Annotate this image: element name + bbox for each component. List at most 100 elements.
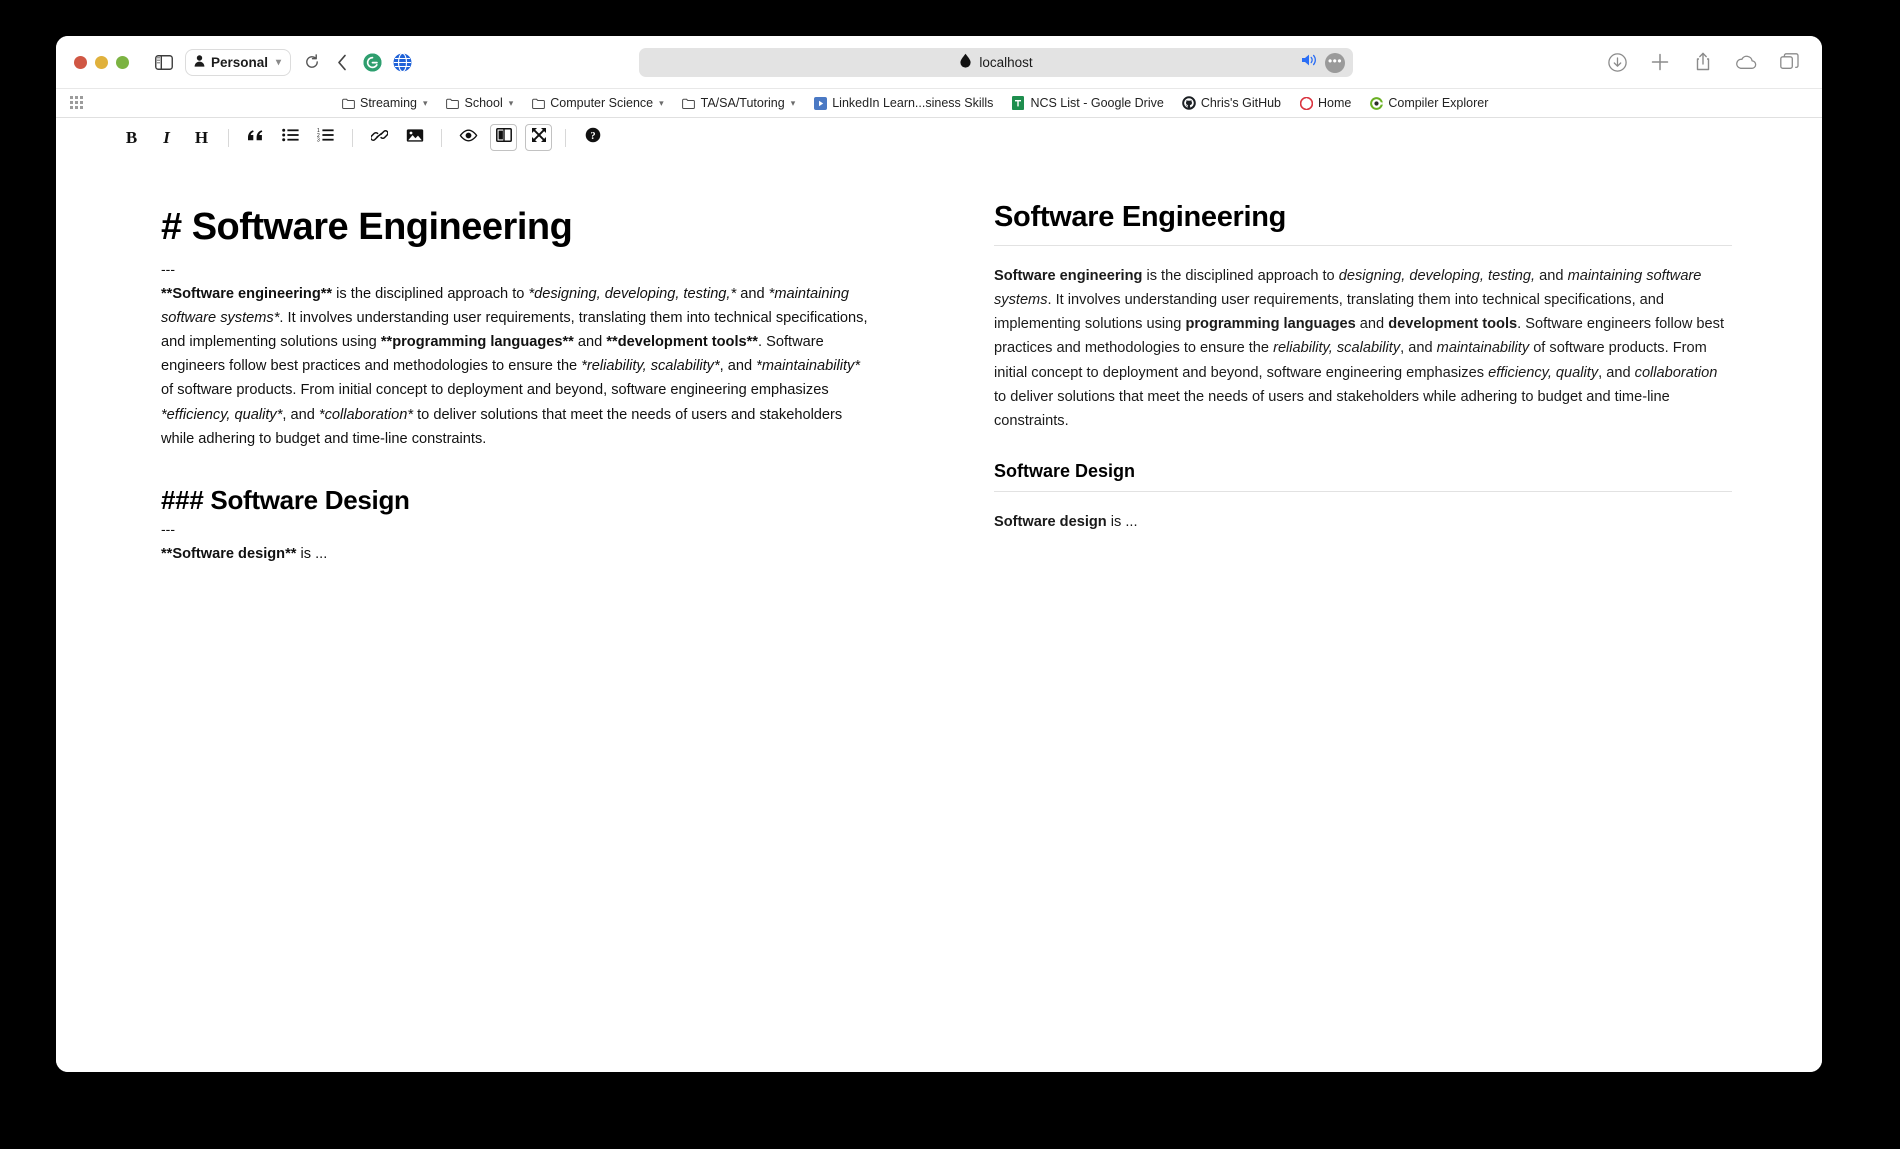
- preview-heading-1: Software Engineering: [994, 200, 1732, 235]
- chevron-down-icon: ▾: [423, 98, 428, 109]
- address-value: localhost: [979, 55, 1032, 70]
- new-tab-icon[interactable]: [1649, 48, 1671, 76]
- bookmark-label: Chris's GitHub: [1201, 96, 1281, 110]
- page-settings-icon[interactable]: •••: [1325, 53, 1345, 73]
- ordered-list-button[interactable]: 123: [312, 124, 339, 151]
- address-bar[interactable]: localhost •••: [639, 48, 1353, 77]
- opera-icon: [1299, 96, 1313, 110]
- toolbar-divider: [228, 129, 229, 147]
- preview-heading-3: Software Design: [994, 461, 1732, 483]
- side-by-side-button[interactable]: [490, 124, 517, 151]
- folder-icon: [682, 96, 696, 110]
- bookmark-label: Compiler Explorer: [1388, 96, 1488, 110]
- preview-rule-1: [994, 245, 1732, 246]
- address-bar-actions: •••: [1301, 48, 1345, 77]
- quote-icon: [247, 128, 264, 147]
- browser-window: Personal ▾ localhost •••: [56, 36, 1822, 1072]
- fullscreen-button[interactable]: [525, 124, 552, 151]
- eye-icon: [459, 129, 478, 147]
- chevron-down-icon: ▾: [791, 98, 796, 109]
- chevron-down-icon: ▾: [509, 98, 514, 109]
- tab-overview-icon[interactable]: [1778, 48, 1800, 76]
- bookmark-home[interactable]: Home: [1290, 96, 1360, 110]
- linkedin-learning-icon: [813, 96, 827, 110]
- minimize-window-button[interactable]: [95, 56, 108, 69]
- markdown-preview-pane: Software Engineering Software engineerin…: [939, 158, 1822, 1072]
- bookmark-label: Home: [1318, 96, 1351, 110]
- profile-button[interactable]: Personal ▾: [185, 49, 291, 76]
- quote-button[interactable]: [242, 124, 269, 151]
- source-paragraph-1: **Software engineering** is the discipli…: [161, 282, 869, 451]
- browser-toolbar-right: [1606, 36, 1800, 88]
- bullet-list-icon: [282, 128, 299, 147]
- share-icon[interactable]: [1692, 48, 1714, 76]
- bookmark-label: LinkedIn Learn...siness Skills: [832, 96, 993, 110]
- browser-toolbar: Personal ▾ localhost •••: [56, 36, 1822, 88]
- bookmark-computer-science[interactable]: Computer Science ▾: [522, 96, 672, 110]
- icloud-icon[interactable]: [1735, 48, 1757, 76]
- svg-text:3: 3: [317, 138, 320, 142]
- bookmark-streaming[interactable]: Streaming ▾: [332, 96, 437, 110]
- markdown-editor-toolbar: B I H 123: [56, 118, 1822, 158]
- editor-body: # Software Engineering --- **Software en…: [56, 158, 1822, 1072]
- profile-icon: [194, 55, 205, 70]
- folder-icon: [531, 96, 545, 110]
- folder-icon: [341, 96, 355, 110]
- reload-icon[interactable]: [297, 48, 327, 76]
- source-heading-3: ### Software Design: [161, 485, 869, 516]
- bookmark-label: Streaming: [360, 96, 417, 110]
- unordered-list-button[interactable]: [277, 124, 304, 151]
- google-sheets-icon: [1011, 96, 1025, 110]
- preview-paragraph-1: Software engineering is the disciplined …: [994, 264, 1732, 433]
- image-icon: [406, 128, 424, 148]
- bookmark-school[interactable]: School ▾: [437, 96, 523, 110]
- chevron-down-icon: ▾: [659, 98, 664, 109]
- toolbar-divider: [565, 129, 566, 147]
- zoom-window-button[interactable]: [116, 56, 129, 69]
- markdown-source-pane[interactable]: # Software Engineering --- **Software en…: [56, 158, 939, 1072]
- source-rule-1: ---: [161, 260, 869, 279]
- bookmark-linkedin-learning[interactable]: LinkedIn Learn...siness Skills: [804, 96, 1002, 110]
- preview-button[interactable]: [455, 124, 482, 151]
- numbered-list-icon: 123: [317, 128, 334, 147]
- source-rule-2: ---: [161, 520, 869, 539]
- help-button[interactable]: ?: [579, 124, 606, 151]
- profile-label: Personal: [211, 55, 268, 70]
- window-controls: [74, 56, 129, 69]
- show-favorites-grid-icon[interactable]: [70, 96, 90, 110]
- link-button[interactable]: [366, 124, 393, 151]
- source-paragraph-2: **Software design** is ...: [161, 542, 869, 566]
- link-icon: [371, 128, 388, 148]
- heading-button[interactable]: H: [188, 124, 215, 151]
- bookmark-label: NCS List - Google Drive: [1030, 96, 1163, 110]
- back-icon[interactable]: [327, 48, 357, 76]
- compiler-explorer-icon: [1369, 96, 1383, 110]
- toolbar-divider: [441, 129, 442, 147]
- globe-extension-icon[interactable]: [387, 48, 417, 76]
- bookmark-ta-sa-tutoring[interactable]: TA/SA/Tutoring ▾: [673, 96, 805, 110]
- bookmark-label: School: [465, 96, 503, 110]
- preview-paragraph-2: Software design is ...: [994, 510, 1732, 534]
- chevron-down-icon: ▾: [276, 57, 281, 68]
- bookmarks-list: Streaming ▾ School ▾ Computer Science ▾ …: [332, 96, 1497, 110]
- site-identity-icon: [959, 53, 972, 73]
- bold-button[interactable]: B: [118, 124, 145, 151]
- toolbar-divider: [352, 129, 353, 147]
- sidebar-icon[interactable]: [149, 48, 179, 76]
- bookmark-chris-github[interactable]: Chris's GitHub: [1173, 96, 1290, 110]
- columns-icon: [496, 128, 512, 147]
- bookmark-ncs-list-google-drive[interactable]: NCS List - Google Drive: [1002, 96, 1172, 110]
- heading-button-label: H: [195, 128, 208, 148]
- italic-button[interactable]: I: [153, 124, 180, 151]
- bookmark-label: TA/SA/Tutoring: [701, 96, 785, 110]
- grammarly-icon[interactable]: [357, 48, 387, 76]
- image-button[interactable]: [401, 124, 428, 151]
- downloads-icon[interactable]: [1606, 48, 1628, 76]
- svg-text:?: ?: [590, 131, 595, 142]
- bookmark-label: Computer Science: [550, 96, 653, 110]
- audio-playing-icon[interactable]: [1301, 53, 1318, 72]
- preview-rule-2: [994, 491, 1732, 492]
- github-icon: [1182, 96, 1196, 110]
- bookmark-compiler-explorer[interactable]: Compiler Explorer: [1360, 96, 1497, 110]
- close-window-button[interactable]: [74, 56, 87, 69]
